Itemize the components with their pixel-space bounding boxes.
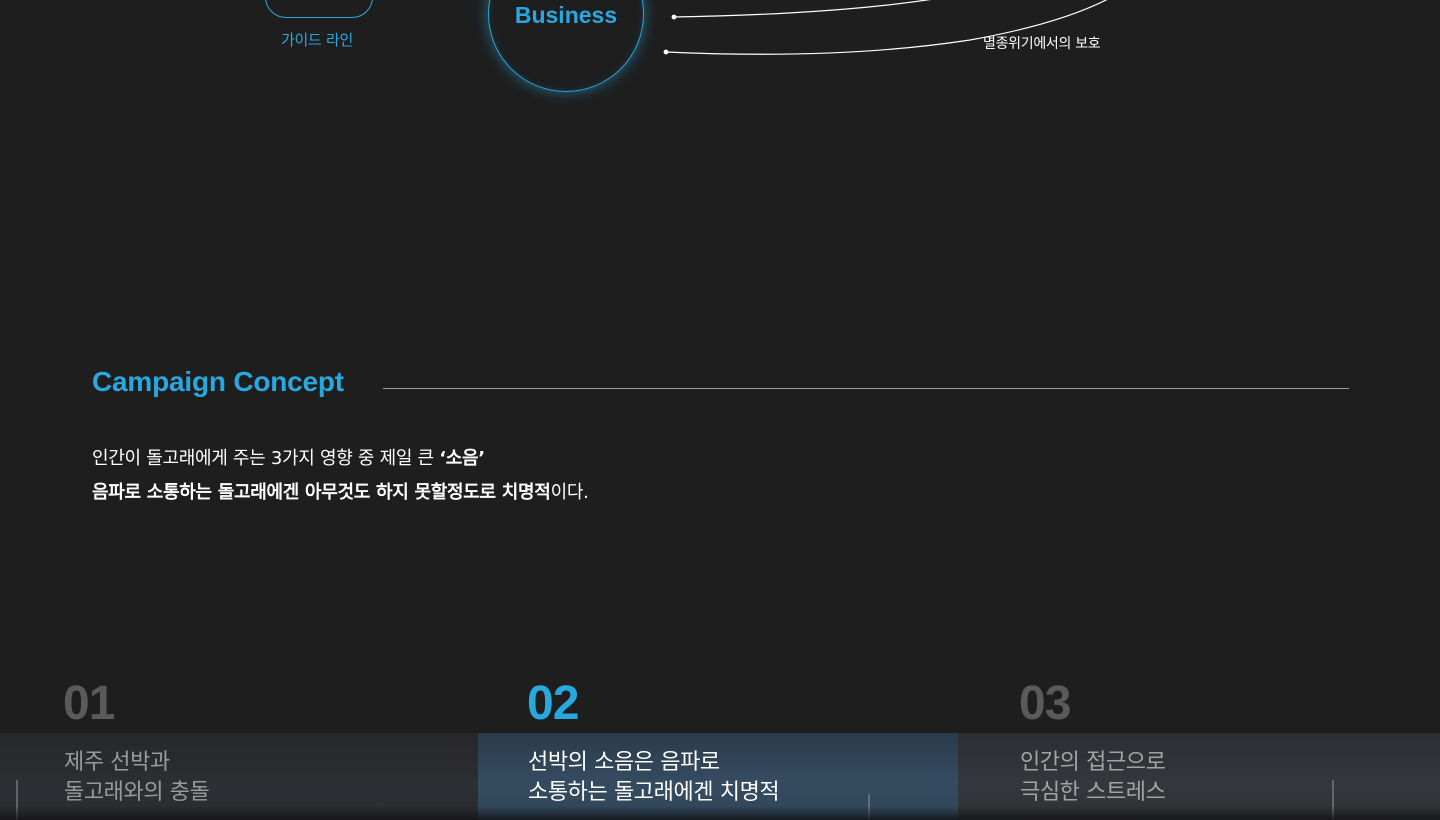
panel-3-caption: 인간의 접근으로 극심한 스트레스 (1020, 748, 1166, 808)
panel-1-caption-line2: 돌고래와의 충돌 (64, 780, 210, 805)
connector-line-upper (673, 0, 931, 18)
concept-line1-emphasis: ‘소음’ (439, 448, 485, 469)
ground-shade (478, 806, 958, 820)
panel-2-number: 02 (527, 677, 579, 730)
panel-1-number: 01 (63, 677, 115, 730)
guide-line-node (265, 0, 373, 18)
business-label: Business (514, 2, 618, 28)
panel-2-caption-line1: 선박의 소음은 음파로 (528, 750, 720, 775)
connector-dot-lower (663, 49, 669, 55)
concept-text-line2: 음파로 소통하는 돌고래에겐 아무것도 하지 못할정도로 치명적이다. (92, 478, 589, 504)
section-title: Campaign Concept (92, 366, 344, 397)
section-divider (383, 388, 1349, 389)
protect-label: 멸종위기에서의 보호 (983, 36, 1101, 52)
guide-line-label: 가이드 라인 (281, 31, 353, 49)
connector-dot-upper (671, 14, 677, 20)
panel-1-caption-line1: 제주 선박과 (64, 750, 170, 775)
concept-line2-emphasis: 음파로 소통하는 돌고래에겐 아무것도 하지 못할정도로 치명적 (92, 482, 551, 503)
panel-3-number: 03 (1019, 677, 1071, 730)
panel-2-caption-line2: 소통하는 돌고래에겐 치명적 (528, 780, 780, 805)
ground-shade (0, 806, 478, 820)
concept-text-line1: 인간이 돌고래에게 주는 3가지 영향 중 제일 큰 ‘소음’ (92, 444, 485, 470)
panel-1-caption: 제주 선박과 돌고래와의 충돌 (64, 748, 210, 808)
concept-line1-prefix: 인간이 돌고래에게 주는 3가지 영향 중 제일 큰 (92, 448, 440, 469)
panel-3-caption-line1: 인간의 접근으로 (1020, 750, 1166, 775)
ground-shade (958, 806, 1440, 820)
panel-2-caption: 선박의 소음은 음파로 소통하는 돌고래에겐 치명적 (528, 748, 780, 808)
concept-line2-suffix: 이다. (550, 482, 589, 503)
panel-3-caption-line2: 극심한 스트레스 (1020, 780, 1166, 805)
